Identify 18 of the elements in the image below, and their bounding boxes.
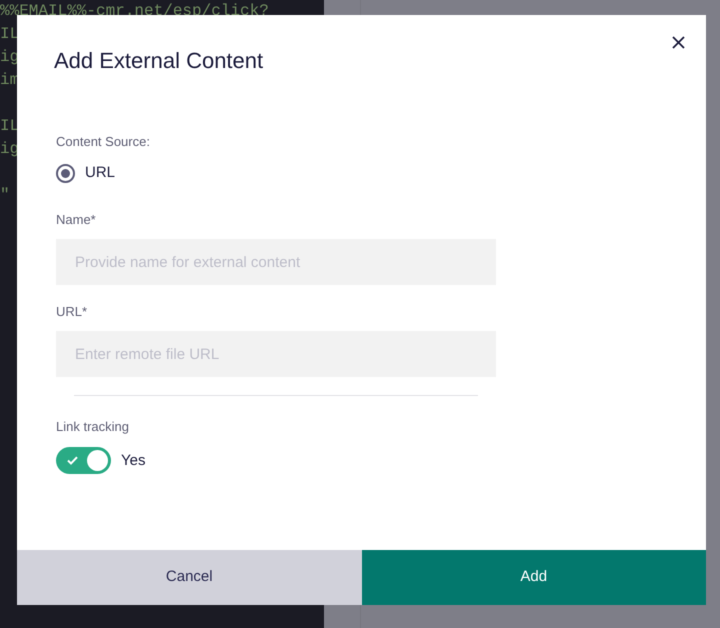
code-line: IL — [0, 24, 20, 45]
close-button[interactable] — [670, 34, 686, 50]
code-line: " — [0, 185, 10, 206]
field-label: URL* — [56, 304, 88, 320]
dialog-title: Add External Content — [54, 48, 264, 74]
radio-button[interactable] — [56, 164, 75, 182]
toggle-value: Yes — [121, 450, 146, 470]
cancel-button[interactable]: Cancel — [17, 550, 362, 605]
field-label: Name* — [56, 212, 96, 228]
toggle-knob — [87, 450, 108, 471]
check-icon — [67, 456, 78, 465]
field-label: Link tracking — [56, 419, 129, 435]
field-label: Content Source: — [56, 134, 150, 150]
close-icon — [672, 36, 684, 48]
code-line: IL — [0, 116, 20, 137]
toggle-switch[interactable] — [56, 447, 111, 474]
add-button[interactable]: Add — [362, 550, 706, 605]
radio-label: URL — [85, 163, 116, 183]
